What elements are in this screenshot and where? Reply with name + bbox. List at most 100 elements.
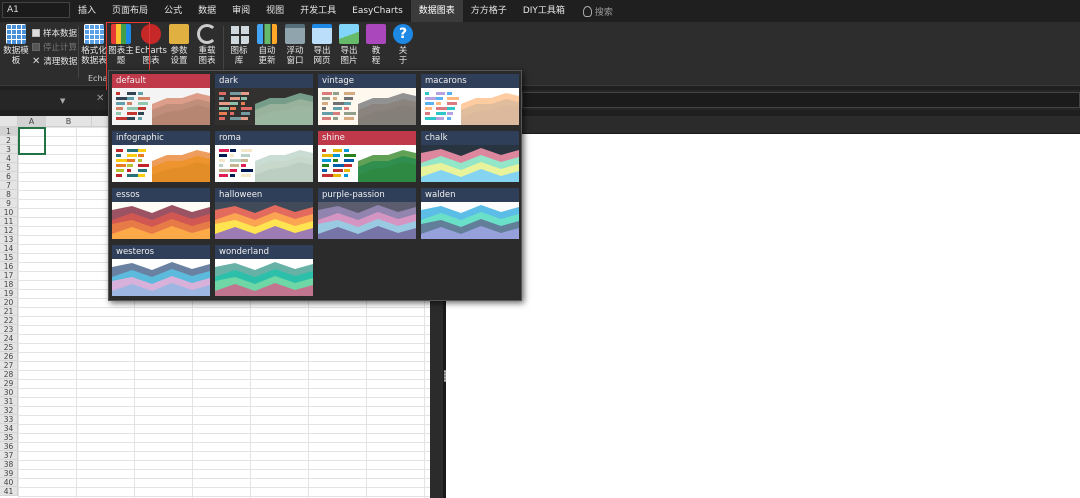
theme-name: shine bbox=[318, 131, 416, 145]
row-header[interactable]: 21 bbox=[0, 307, 18, 316]
theme-option[interactable]: halloween bbox=[215, 188, 313, 239]
row-header[interactable]: 19 bbox=[0, 289, 18, 298]
tab-data-charts[interactable]: 数据图表 bbox=[410, 0, 463, 22]
icon-library-label: 图标 库 bbox=[230, 46, 248, 66]
row-header[interactable]: 3 bbox=[0, 145, 18, 154]
stop-calc-label: 停止计算 bbox=[43, 43, 78, 53]
theme-name: essos bbox=[112, 188, 210, 202]
chart-preview-pane bbox=[446, 134, 1080, 498]
row-header[interactable]: 16 bbox=[0, 262, 18, 271]
theme-option[interactable]: default bbox=[112, 74, 210, 125]
chart-theme-dropdown: default dark vintage macarons infographic rom… bbox=[108, 70, 522, 301]
auto-update-button[interactable]: 自动 更新 bbox=[256, 24, 278, 66]
row-header[interactable]: 35 bbox=[0, 433, 18, 442]
column-header[interactable]: A bbox=[18, 116, 46, 127]
row-header[interactable]: 23 bbox=[0, 325, 18, 334]
tab-formulas[interactable]: 公式 bbox=[156, 0, 190, 22]
clear-data-button[interactable]: ✕ 清理数据 bbox=[32, 55, 78, 68]
tutorial-button[interactable]: 教 程 bbox=[366, 24, 386, 66]
row-header[interactable]: 39 bbox=[0, 469, 18, 478]
row-header[interactable]: 12 bbox=[0, 226, 18, 235]
tab-page-layout[interactable]: 页面布局 bbox=[104, 0, 156, 22]
row-header[interactable]: 27 bbox=[0, 361, 18, 370]
row-header[interactable]: 8 bbox=[0, 190, 18, 199]
row-header[interactable]: 20 bbox=[0, 298, 18, 307]
theme-option[interactable]: macarons bbox=[421, 74, 519, 125]
theme-option[interactable]: essos bbox=[112, 188, 210, 239]
theme-option[interactable]: shine bbox=[318, 131, 416, 182]
float-window-button[interactable]: 浮动 窗口 bbox=[284, 24, 306, 66]
tab-data[interactable]: 数据 bbox=[190, 0, 224, 22]
row-header[interactable]: 14 bbox=[0, 244, 18, 253]
chevron-down-icon[interactable]: ▼ bbox=[60, 97, 65, 105]
reload-chart-button[interactable]: 重载 图表 bbox=[196, 24, 218, 66]
theme-option[interactable]: walden bbox=[421, 188, 519, 239]
theme-option[interactable]: wonderland bbox=[215, 245, 313, 296]
row-header[interactable]: 36 bbox=[0, 442, 18, 451]
row-header[interactable]: 9 bbox=[0, 199, 18, 208]
row-header[interactable]: 32 bbox=[0, 406, 18, 415]
row-header[interactable]: 1 bbox=[0, 127, 18, 136]
menu-bar: 文件 开始 插入 页面布局 公式 数据 审阅 视图 开发工具 EasyChart… bbox=[0, 0, 1080, 22]
export-web-button[interactable]: 导出 网页 bbox=[311, 24, 333, 66]
about-label: 关 于 bbox=[398, 46, 408, 66]
theme-option[interactable]: westeros bbox=[112, 245, 210, 296]
theme-option[interactable]: dark bbox=[215, 74, 313, 125]
cancel-icon[interactable]: ✕ bbox=[96, 93, 104, 104]
tab-easycharts[interactable]: EasyCharts bbox=[344, 0, 411, 22]
row-header[interactable]: 17 bbox=[0, 271, 18, 280]
row-header[interactable]: 31 bbox=[0, 397, 18, 406]
row-header[interactable]: 38 bbox=[0, 460, 18, 469]
row-header[interactable]: 26 bbox=[0, 352, 18, 361]
row-header[interactable]: 4 bbox=[0, 154, 18, 163]
close-icon: ✕ bbox=[32, 55, 41, 67]
theme-option[interactable]: vintage bbox=[318, 74, 416, 125]
row-header[interactable]: 29 bbox=[0, 379, 18, 388]
export-image-button[interactable]: 导出 图片 bbox=[338, 24, 360, 66]
tab-diy-toolbox[interactable]: DIY工具箱 bbox=[515, 0, 573, 22]
select-all-corner[interactable] bbox=[0, 116, 18, 127]
row-header[interactable]: 30 bbox=[0, 388, 18, 397]
active-cell-selection[interactable] bbox=[18, 127, 46, 155]
tab-developer[interactable]: 开发工具 bbox=[292, 0, 344, 22]
column-header[interactable]: B bbox=[46, 116, 92, 127]
row-header[interactable]: 37 bbox=[0, 451, 18, 460]
theme-option[interactable]: purple-passion bbox=[318, 188, 416, 239]
theme-option[interactable]: roma bbox=[215, 131, 313, 182]
icon-library-button[interactable]: 图标 库 bbox=[228, 24, 250, 66]
row-header[interactable]: 34 bbox=[0, 424, 18, 433]
row-header[interactable]: 6 bbox=[0, 172, 18, 181]
export-image-label: 导出 图片 bbox=[340, 46, 358, 66]
sample-data-button[interactable]: 样本数据 bbox=[32, 27, 77, 39]
tab-insert[interactable]: 插入 bbox=[70, 0, 104, 22]
format-table-button[interactable]: 格式化 数据表 bbox=[81, 24, 107, 66]
tell-me-search[interactable]: 搜索 bbox=[573, 5, 613, 18]
row-header[interactable]: 33 bbox=[0, 415, 18, 424]
row-header[interactable]: 13 bbox=[0, 235, 18, 244]
row-header[interactable]: 25 bbox=[0, 343, 18, 352]
row-header[interactable]: 2 bbox=[0, 136, 18, 145]
data-template-button[interactable]: 数据模 板 bbox=[3, 24, 29, 66]
row-header[interactable]: 24 bbox=[0, 334, 18, 343]
theme-option[interactable]: chalk bbox=[421, 131, 519, 182]
row-header[interactable]: 28 bbox=[0, 370, 18, 379]
row-header[interactable]: 41 bbox=[0, 487, 18, 496]
row-header[interactable]: 40 bbox=[0, 478, 18, 487]
row-header[interactable]: 22 bbox=[0, 316, 18, 325]
theme-option[interactable]: infographic bbox=[112, 131, 210, 182]
tab-review[interactable]: 审阅 bbox=[224, 0, 258, 22]
name-box[interactable]: A1 bbox=[2, 2, 70, 18]
row-header[interactable]: 18 bbox=[0, 280, 18, 289]
clear-data-label: 清理数据 bbox=[43, 57, 78, 67]
tab-fangfang-gezi[interactable]: 方方格子 bbox=[463, 0, 515, 22]
row-header[interactable]: 5 bbox=[0, 163, 18, 172]
row-header[interactable]: 11 bbox=[0, 217, 18, 226]
row-header[interactable]: 15 bbox=[0, 253, 18, 262]
tab-view[interactable]: 视图 bbox=[258, 0, 292, 22]
stop-calc-button[interactable]: 停止计算 bbox=[32, 41, 77, 53]
about-button[interactable]: ? 关 于 bbox=[393, 24, 413, 66]
formula-input[interactable] bbox=[522, 92, 1080, 108]
param-settings-button[interactable]: 参数 设置 bbox=[168, 24, 190, 66]
row-header[interactable]: 10 bbox=[0, 208, 18, 217]
row-header[interactable]: 7 bbox=[0, 181, 18, 190]
